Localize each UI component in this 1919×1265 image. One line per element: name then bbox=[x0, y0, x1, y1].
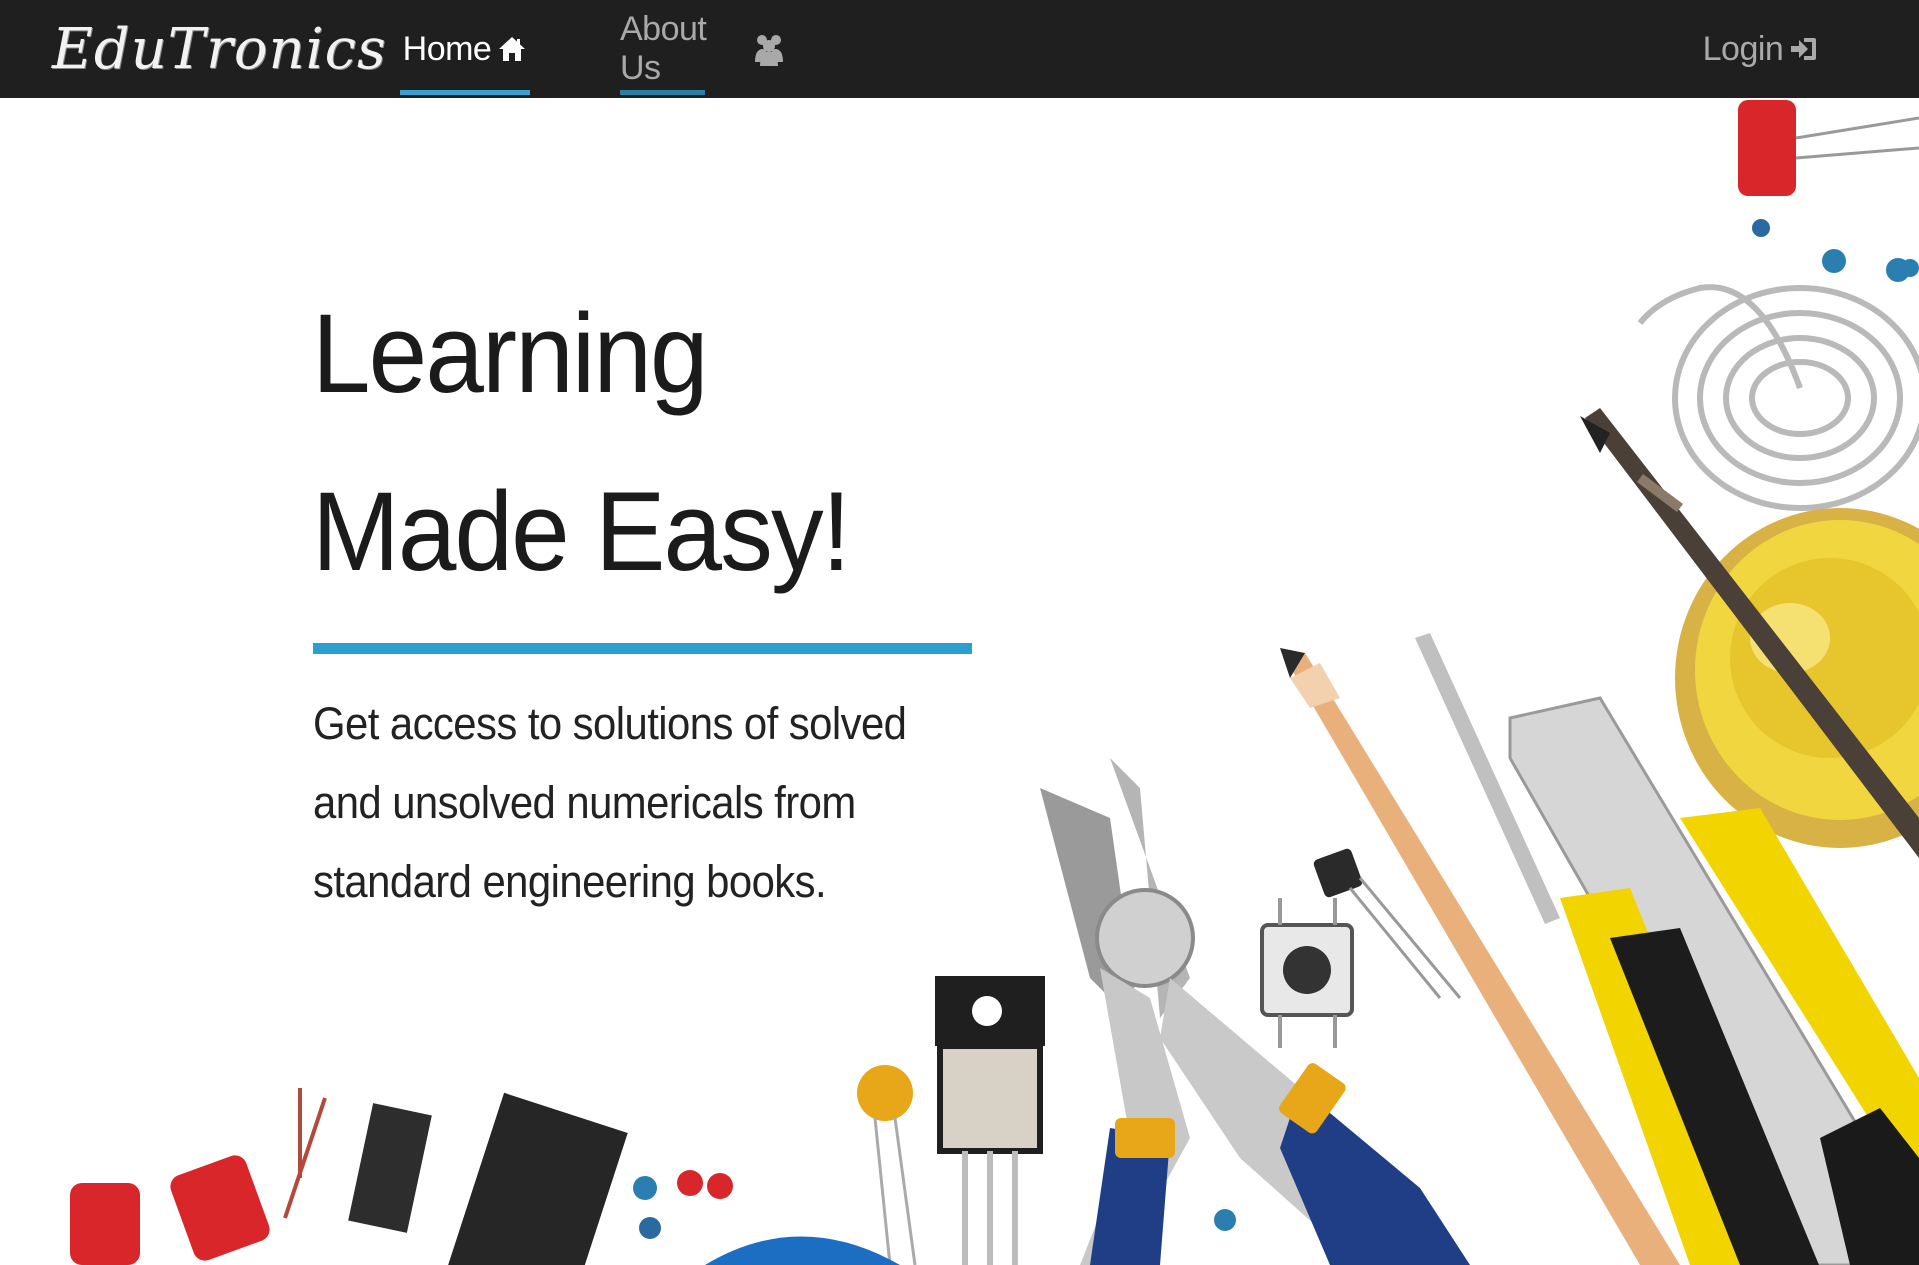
tactile-switch bbox=[1260, 898, 1354, 1048]
red-capacitor-top bbox=[1738, 100, 1919, 196]
blue-diodes bbox=[1752, 219, 1910, 282]
hero-section: Learning Made Easy! Get access to soluti… bbox=[0, 98, 1919, 1265]
login-link[interactable]: Login bbox=[1700, 0, 1820, 98]
hero-subtitle: Get access to solutions of solved and un… bbox=[313, 698, 907, 907]
nav-about-label: About Us bbox=[620, 10, 707, 87]
brand-logo[interactable]: EduTronics bbox=[52, 14, 387, 84]
home-icon bbox=[497, 35, 527, 63]
headline-accent-bar bbox=[313, 643, 972, 654]
nav-about-link[interactable]: About Us bbox=[620, 0, 785, 98]
login-label: Login bbox=[1702, 29, 1784, 68]
navbar: EduTronics Home About Us Login bbox=[0, 0, 1919, 98]
hero-headline-line1: Learning bbox=[312, 291, 709, 416]
nav-home-link[interactable]: Home bbox=[400, 0, 530, 98]
power-transistor bbox=[935, 976, 1045, 1265]
users-icon bbox=[753, 32, 785, 66]
solder-coil bbox=[1637, 284, 1919, 511]
ic-chip-small bbox=[348, 1103, 432, 1233]
sign-in-icon bbox=[1789, 35, 1817, 63]
yellow-capacitor bbox=[857, 1065, 917, 1265]
ic-chip-large bbox=[442, 1092, 628, 1265]
red-capacitors-bottom bbox=[70, 1088, 327, 1265]
nav-home-label: Home bbox=[402, 29, 492, 68]
blue-tape bbox=[705, 1236, 900, 1265]
active-tab-indicator bbox=[400, 90, 530, 95]
hover-tab-indicator bbox=[620, 90, 705, 95]
hero-electronics-image bbox=[70, 100, 1919, 1265]
hero-headline-line2: Made Easy! bbox=[312, 469, 851, 594]
brand-text: EduTronics bbox=[52, 16, 387, 82]
